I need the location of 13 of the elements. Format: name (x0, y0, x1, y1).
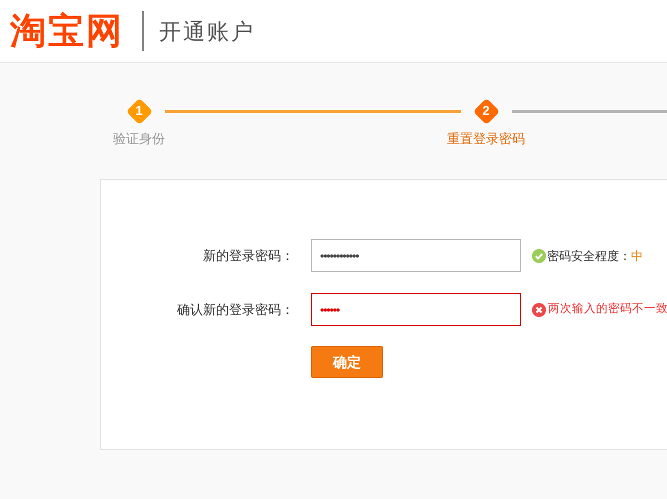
step-number: 1 (135, 102, 143, 120)
strength-value: 中 (631, 248, 643, 264)
logo[interactable]: 淘宝网 (10, 13, 124, 49)
step-label: 重置登录密码 (447, 130, 525, 148)
step-number: 2 (482, 102, 490, 120)
confirm-button[interactable]: 确定 (311, 346, 383, 378)
field-label: 新的登录密码： (202, 246, 294, 265)
field-label: 确认新的登录密码： (176, 300, 294, 319)
strength-label: 密码安全程度： (547, 248, 631, 264)
password-field[interactable]: •••••• (311, 293, 521, 326)
password-field[interactable]: •••••••••••• (311, 239, 521, 272)
page-title: 开通账户 (159, 18, 255, 46)
step-label: 验证身份 (113, 130, 165, 148)
